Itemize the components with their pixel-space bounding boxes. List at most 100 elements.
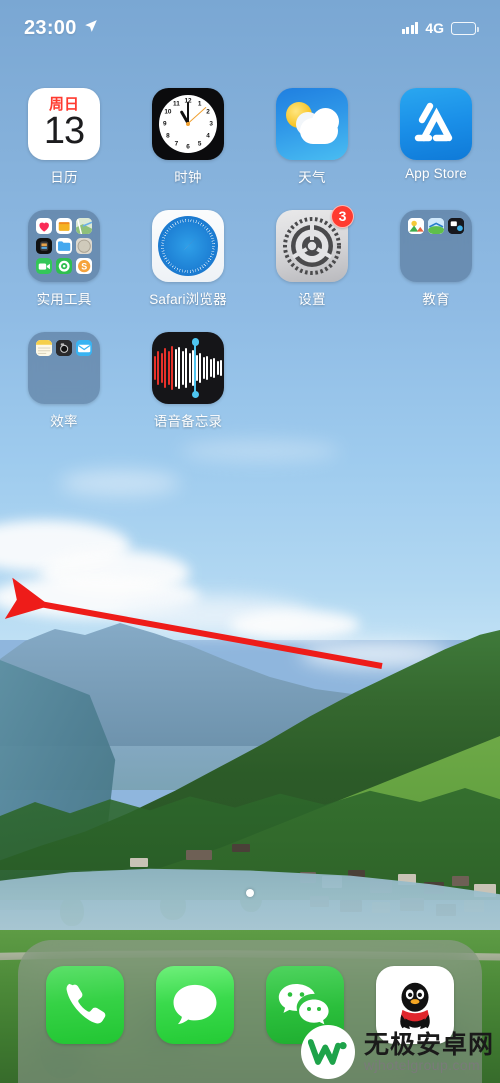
app-utilities-folder[interactable]: S 实用工具 (14, 210, 114, 308)
app-settings[interactable]: 3 设置 (262, 205, 362, 308)
page-indicator[interactable] (0, 889, 500, 897)
productivity-folder-icon (28, 332, 100, 404)
app-calendar[interactable]: 周日 13 日历 (14, 88, 114, 186)
playhead-knob-bottom (191, 390, 199, 398)
waveform-bar (220, 360, 223, 376)
weather-icon (276, 88, 348, 160)
clock-numeral: 8 (166, 132, 170, 140)
watermark-logo-icon (300, 1025, 355, 1079)
app-label: Safari浏览器 (149, 292, 227, 307)
numbers-icon (427, 218, 445, 235)
app-row: 效率 语音备忘录 (14, 332, 486, 430)
cloud-shape (230, 610, 360, 640)
clock-numeral: 5 (197, 140, 202, 148)
status-bar-right: 4G (401, 20, 479, 36)
app-label: 日历 (50, 170, 78, 185)
site-watermark: 无极安卓网 wjhotelgroup.com (300, 1025, 494, 1079)
playhead-knob-top (191, 338, 199, 346)
waveform-bar (206, 356, 209, 380)
waveform-bar (202, 357, 205, 379)
app-row: S 实用工具 Safari浏览器 3 设置 教育 (14, 205, 486, 308)
app-label: 天气 (298, 170, 326, 185)
cloud-shape (60, 470, 180, 496)
safari-dial (158, 216, 218, 276)
app-productivity-folder[interactable]: 效率 (14, 332, 114, 430)
app-label: App Store (405, 166, 467, 181)
app-weather[interactable]: 天气 (262, 88, 362, 186)
utilities-folder-icon: S (28, 210, 100, 282)
clock-numeral: 1 (197, 100, 202, 108)
itunes-u-icon (447, 218, 464, 235)
app-education-folder[interactable]: 教育 (386, 210, 486, 308)
app-label: 教育 (422, 292, 450, 307)
icon-wrap (400, 210, 472, 282)
icon-wrap: 3 (276, 205, 354, 282)
icon-wrap (400, 88, 472, 160)
app-app-store[interactable]: App Store (386, 88, 486, 186)
safari-icon (152, 210, 224, 282)
app-slot-empty (262, 332, 362, 430)
app-grid: 周日 13 日历 12 11 10 9 8 7 6 5 4 3 2 1 时钟 天… (0, 88, 500, 454)
waveform-bar (178, 347, 181, 389)
compass-icon (75, 237, 92, 255)
waveform-bar (174, 349, 177, 387)
waveform-bar (167, 351, 170, 385)
icon-wrap: S (28, 210, 100, 282)
dock-app-messages[interactable] (156, 966, 234, 1044)
waveform-bar (157, 351, 160, 385)
status-bar-left: 23:00 (24, 17, 98, 40)
settings-badge: 3 (331, 205, 354, 228)
app-clock[interactable]: 12 11 10 9 8 7 6 5 4 3 2 1 时钟 (138, 88, 238, 186)
facetime-icon (36, 257, 53, 274)
app-label: 实用工具 (36, 292, 92, 307)
watermark-text: 无极安卓网 wjhotelgroup.com (363, 1030, 494, 1073)
icon-wrap (152, 210, 224, 282)
icon-wrap (28, 332, 100, 404)
clock-numeral: 2 (206, 108, 210, 116)
wallet-icon (55, 218, 73, 235)
watermark-url: wjhotelgroup.com (363, 1056, 481, 1073)
clock-numeral: 7 (174, 140, 179, 148)
watch-icon (36, 237, 53, 255)
watermark-site-name: 无极安卓网 (363, 1030, 494, 1059)
status-time: 23:00 (24, 16, 77, 39)
icon-wrap: 周日 13 (28, 88, 100, 160)
status-bar: 23:00 4G (0, 0, 500, 56)
waveform-bar (171, 346, 174, 390)
clock-numeral: 10 (164, 108, 172, 116)
find-my-icon (55, 257, 73, 274)
app-store-icon (400, 88, 472, 160)
battery-icon (451, 21, 479, 35)
dock-app-phone[interactable] (46, 966, 124, 1044)
keynote-icon (408, 218, 425, 235)
waveform-bar (153, 356, 156, 380)
clock-numeral: 4 (206, 132, 210, 140)
icon-wrap (152, 332, 224, 404)
clock-numeral: 3 (209, 120, 213, 128)
network-type-label: 4G (425, 20, 444, 36)
education-folder-icon (400, 210, 472, 282)
app-safari[interactable]: Safari浏览器 (138, 210, 238, 308)
icon-wrap: 12 11 10 9 8 7 6 5 4 3 2 1 (152, 88, 224, 160)
mail-icon (75, 340, 92, 357)
camera-icon (55, 340, 73, 357)
svg-text:S: S (81, 261, 87, 271)
clock-icon: 12 11 10 9 8 7 6 5 4 3 2 1 (152, 88, 224, 160)
cellular-signal-icon (401, 22, 419, 34)
notes-icon (36, 340, 53, 357)
waveform-bar (216, 361, 219, 375)
waveform (152, 345, 224, 391)
waveform-bar (213, 358, 216, 378)
app-voice-memos[interactable]: 语音备忘录 (138, 332, 238, 430)
calendar-icon: 周日 13 (28, 88, 100, 160)
waveform-bar (209, 359, 212, 377)
app-row: 周日 13 日历 12 11 10 9 8 7 6 5 4 3 2 1 时钟 天… (14, 88, 486, 186)
health-icon (36, 218, 53, 235)
page-dot[interactable] (246, 889, 254, 897)
clock-face: 12 11 10 9 8 7 6 5 4 3 2 1 (159, 95, 217, 153)
app-label: 效率 (50, 414, 78, 429)
app-label: 时钟 (174, 170, 202, 185)
waveform-bar (164, 348, 167, 388)
sogou-icon: S (75, 257, 92, 274)
clock-numeral: 9 (163, 120, 167, 128)
